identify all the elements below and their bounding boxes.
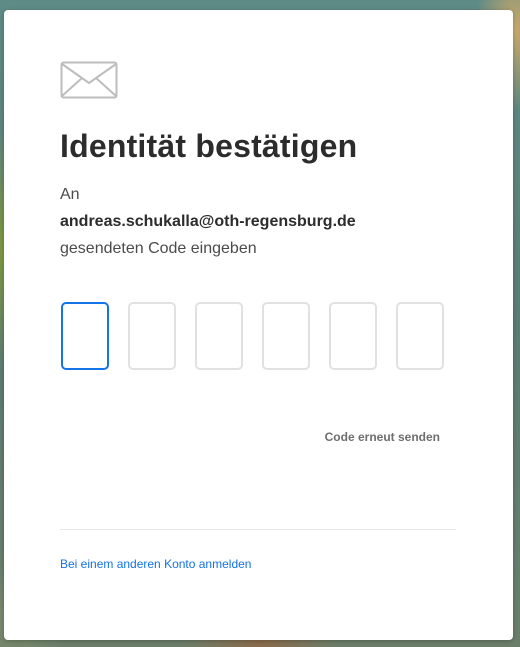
code-digit-6-input[interactable] xyxy=(396,302,444,370)
sign-in-other-account-link[interactable]: Bei einem anderen Konto anmelden xyxy=(60,557,251,571)
code-digit-5-input[interactable] xyxy=(329,302,377,370)
code-digit-2-input[interactable] xyxy=(128,302,176,370)
code-digit-3-input[interactable] xyxy=(195,302,243,370)
page-title: Identität bestätigen xyxy=(60,128,358,164)
instruction-suffix: gesendeten Code eingeben xyxy=(60,240,257,257)
verify-identity-dialog: Identität bestätigen An andreas.schukall… xyxy=(4,10,513,640)
recipient-email: andreas.schukalla@oth-regensburg.de xyxy=(60,213,356,230)
resend-code-link[interactable]: Code erneut senden xyxy=(325,430,440,444)
envelope-icon xyxy=(60,61,118,99)
code-digit-1-input[interactable] xyxy=(61,302,109,370)
divider xyxy=(60,529,456,530)
verification-code-inputs xyxy=(61,302,444,370)
instruction-prefix: An xyxy=(60,186,80,203)
code-digit-4-input[interactable] xyxy=(262,302,310,370)
